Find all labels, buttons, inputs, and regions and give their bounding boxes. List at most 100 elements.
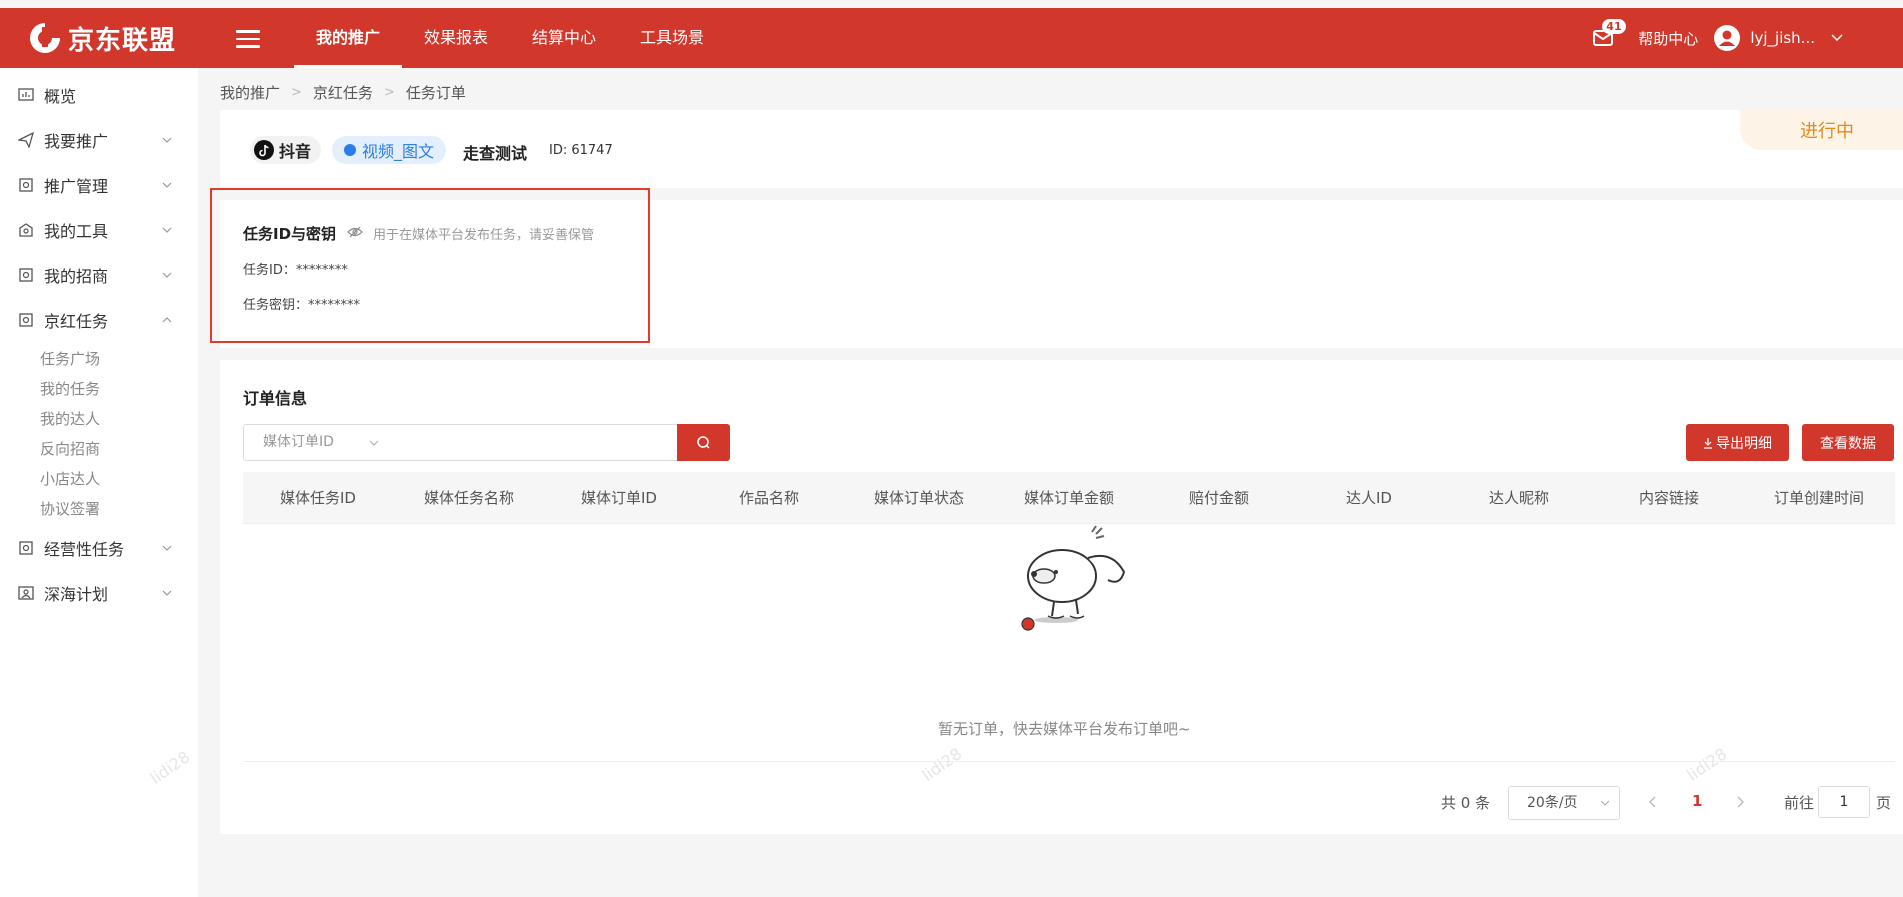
chevron-down-icon	[162, 227, 172, 233]
sidebar-item-label: 推广管理	[44, 177, 109, 196]
chevron-down-icon	[162, 137, 172, 143]
person-icon	[18, 586, 34, 600]
breadcrumb: 我的推广 > 京红任务 > 任务订单	[220, 82, 466, 103]
nav-my-promotion[interactable]: 我的推广	[294, 8, 403, 68]
column-header: 订单创建时间	[1773, 489, 1865, 507]
sidebar-item-my-tools[interactable]: 我的工具	[0, 210, 198, 250]
chevron-down-icon	[162, 182, 172, 188]
search-icon	[697, 436, 710, 449]
goto-page-input[interactable]: 1	[1818, 786, 1870, 818]
task-name: 走查测试	[463, 144, 528, 163]
type-dot-icon	[344, 144, 356, 156]
chevron-down-icon	[162, 545, 172, 551]
hamburger-menu-icon[interactable]	[236, 30, 260, 48]
chevron-down-icon	[162, 590, 172, 596]
tool-icon	[19, 223, 33, 237]
send-icon	[18, 132, 34, 148]
sidebar-item-label: 京红任务	[44, 312, 109, 331]
search-button[interactable]	[677, 424, 730, 461]
sidebar-subitem-shop-influencers[interactable]: 小店达人	[40, 468, 100, 489]
help-center-link[interactable]: 帮助中心	[1638, 28, 1698, 49]
prev-page-icon[interactable]	[1646, 794, 1660, 810]
view-data-button[interactable]: 查看数据	[1802, 424, 1894, 461]
top-navbar: 京东联盟 我的推广 效果报表 结算中心 工具场景 41 帮助中心 lyj_jis…	[0, 8, 1903, 68]
logo[interactable]: 京东联盟	[28, 20, 176, 56]
platform-tag: 抖音	[250, 136, 322, 164]
sidebar-item-merchant[interactable]: 我的招商	[0, 255, 198, 295]
column-header: 媒体订单状态	[873, 489, 965, 507]
username[interactable]: lyj_jish...	[1750, 29, 1815, 47]
tiktok-icon	[254, 140, 274, 160]
sidebar-item-deep-sea[interactable]: 深海计划	[0, 573, 198, 613]
search-input[interactable]	[390, 424, 678, 461]
doc-icon	[19, 268, 33, 282]
sidebar-item-label: 我要推广	[44, 132, 109, 151]
column-header: 达人昵称	[1488, 489, 1550, 507]
column-header: 作品名称	[738, 489, 800, 507]
nav-reports[interactable]: 效果报表	[402, 8, 510, 68]
column-header: 媒体任务ID	[280, 489, 356, 507]
top-right-area: 41 帮助中心 lyj_jish...	[1592, 8, 1843, 68]
sidebar-item-overview[interactable]: 概览	[0, 75, 198, 115]
page-size-select[interactable]: 20条/页	[1508, 786, 1620, 820]
column-header: 内容链接	[1638, 489, 1700, 507]
sidebar-subitem-task-square[interactable]: 任务广场	[40, 348, 100, 369]
sidebar-subitem-agreement[interactable]: 协议签署	[40, 498, 100, 519]
message-icon[interactable]: 41	[1592, 19, 1626, 49]
avatar[interactable]	[1714, 25, 1741, 51]
export-label: 导出明细	[1716, 435, 1772, 452]
goto-label: 前往	[1784, 794, 1815, 812]
doc-icon	[19, 313, 33, 327]
doc-icon	[19, 178, 33, 192]
nav-settlement[interactable]: 结算中心	[510, 8, 618, 68]
column-header: 媒体任务名称	[423, 489, 515, 507]
breadcrumb-separator-icon: >	[291, 85, 302, 100]
sidebar-item-label: 我的招商	[44, 267, 109, 286]
task-secret-value: 任务密钥：********	[243, 298, 361, 313]
breadcrumb-item[interactable]: 我的推广	[220, 82, 280, 103]
divider	[243, 761, 1895, 762]
chevron-up-icon	[162, 317, 172, 323]
order-id-type-select[interactable]: 媒体订单ID	[243, 424, 391, 461]
order-section-title: 订单信息	[243, 389, 308, 408]
sidebar-item-label: 深海计划	[44, 585, 109, 604]
sidebar: 概览 我要推广 推广管理 我的工具 我的招商 京红任务 任务广场 我的任务 我的…	[0, 68, 198, 897]
breadcrumb-item[interactable]: 京红任务	[313, 82, 373, 103]
sidebar-item-promo-manage[interactable]: 推广管理	[0, 165, 198, 205]
notification-badge: 41	[1602, 19, 1626, 34]
top-nav: 我的推广 效果报表 结算中心 工具场景	[294, 8, 726, 68]
chevron-down-icon	[162, 272, 172, 278]
doc-icon	[19, 541, 33, 555]
download-icon	[1704, 437, 1712, 449]
select-value: 媒体订单ID	[263, 434, 334, 450]
breadcrumb-separator-icon: >	[383, 85, 395, 100]
eye-hidden-icon[interactable]	[347, 225, 363, 239]
column-header: 媒体订单金额	[1023, 489, 1115, 507]
chevron-down-icon	[370, 440, 378, 446]
task-id-value: 任务ID：********	[243, 263, 348, 278]
pagination-total: 共 0 条	[1441, 794, 1491, 812]
task-id: ID: 61747	[549, 143, 613, 158]
chevron-down-icon	[1601, 800, 1609, 806]
sidebar-item-label: 经营性任务	[44, 540, 125, 559]
sidebar-subitem-my-influencers[interactable]: 我的达人	[40, 408, 100, 429]
status-badge: 进行中	[1740, 110, 1903, 150]
sidebar-subitem-reverse-merchant[interactable]: 反向招商	[40, 438, 100, 459]
empty-state-dog-illustration	[1021, 525, 1126, 631]
nav-tools[interactable]: 工具场景	[618, 8, 726, 68]
sidebar-item-promote[interactable]: 我要推广	[0, 120, 198, 160]
export-detail-button[interactable]: 导出明细	[1686, 424, 1789, 461]
chart-icon	[18, 88, 34, 101]
content-type-tag: 视频_图文	[332, 136, 447, 164]
next-page-icon[interactable]	[1733, 794, 1747, 810]
sidebar-item-operating-task[interactable]: 经营性任务	[0, 528, 198, 568]
column-header: 赔付金额	[1188, 489, 1250, 507]
jd-logo-icon	[30, 23, 60, 53]
sidebar-item-label: 概览	[44, 87, 77, 106]
breadcrumb-item: 任务订单	[405, 84, 466, 102]
page-number-current[interactable]: 1	[1692, 792, 1702, 810]
sidebar-subitem-my-tasks[interactable]: 我的任务	[40, 378, 100, 399]
chevron-down-icon[interactable]	[1831, 34, 1843, 42]
column-header: 媒体订单ID	[581, 489, 657, 507]
sidebar-item-jinghong-task[interactable]: 京红任务	[0, 300, 198, 340]
